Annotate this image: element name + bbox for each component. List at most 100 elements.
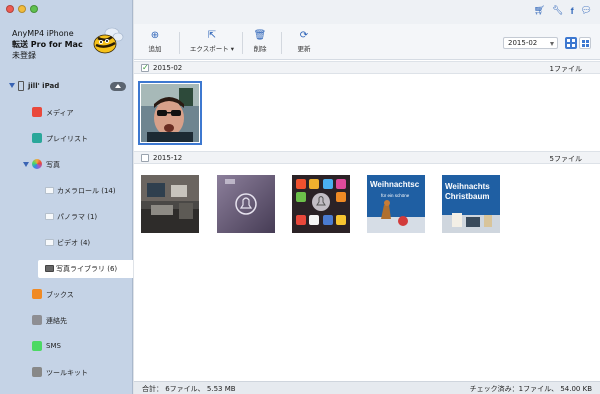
brand-line-1: AnyMP4 iPhone bbox=[12, 29, 74, 38]
refresh-label: 更新 bbox=[297, 45, 311, 53]
device-row[interactable]: jill' iPad bbox=[0, 80, 133, 94]
photo-thumbnail[interactable]: Weihnachtsc für ein schöne bbox=[367, 175, 425, 233]
trash-icon: 🗑︎ bbox=[253, 30, 267, 41]
photos-icon bbox=[32, 159, 42, 169]
section-checkbox[interactable] bbox=[141, 63, 149, 72]
large-grid-view-button[interactable] bbox=[579, 37, 591, 49]
toolbar-divider bbox=[281, 32, 282, 54]
svg-text:Weihnachts: Weihnachts bbox=[445, 182, 490, 191]
cart-icon[interactable]: 🛒︎ bbox=[534, 7, 545, 16]
folder-icon bbox=[45, 239, 54, 246]
device-name: jill' iPad bbox=[28, 82, 60, 90]
status-checked: チェック済み：1ファイル、 54.00 KB bbox=[469, 385, 592, 393]
christbaum-photo: Weihnachts Christbaum bbox=[442, 175, 500, 233]
sidebar-item-label: 写真 bbox=[46, 161, 60, 169]
title-bar: 🛒︎ 🔧︎ f 💬︎ bbox=[134, 0, 600, 24]
svg-text:Weihnachtsc: Weihnachtsc bbox=[370, 180, 420, 189]
add-icon: ⊕ bbox=[150, 30, 160, 41]
sms-icon bbox=[32, 341, 42, 351]
main-panel: 🛒︎ 🔧︎ f 💬︎ ⊕ 追加 ⇱ エクスポート ▾ 🗑︎ 削除 ⟳ 更新 20… bbox=[134, 0, 600, 394]
sidebar-item-playlist[interactable]: プレイリスト bbox=[0, 130, 133, 148]
sidebar: AnyMP4 iPhone 転送 Pro for Mac 未登録 jill' i… bbox=[0, 0, 133, 394]
sidebar-item-books[interactable]: ブックス bbox=[0, 286, 133, 304]
svg-text:für ein schöne: für ein schöne bbox=[381, 193, 410, 198]
svg-text:Christbaum: Christbaum bbox=[445, 192, 489, 201]
contacts-icon bbox=[32, 315, 42, 325]
sidebar-item-label: カメラロール (14) bbox=[57, 187, 116, 195]
expand-triangle-icon[interactable] bbox=[23, 162, 29, 167]
refresh-icon: ⟳ bbox=[299, 30, 309, 41]
photo-thumbnail[interactable]: Weihnachts Christbaum bbox=[442, 175, 500, 233]
photo-thumbnail[interactable] bbox=[138, 81, 202, 145]
toolbar-divider bbox=[179, 32, 180, 54]
sidebar-item-label: メディア bbox=[46, 109, 74, 117]
export-icon: ⇱ bbox=[207, 30, 217, 41]
sidebar-item-sms[interactable]: SMS bbox=[0, 338, 133, 356]
playlist-icon bbox=[32, 133, 42, 143]
folder-icon bbox=[45, 187, 54, 194]
homescreen-photo bbox=[292, 175, 350, 233]
selfie-photo bbox=[141, 84, 199, 142]
sidebar-item-camera-roll[interactable]: カメラロール (14) bbox=[0, 182, 133, 200]
facebook-icon[interactable]: f bbox=[571, 7, 574, 16]
desk-photo bbox=[141, 175, 199, 233]
status-bar: 合計： 6ファイル、 5.53 MB チェック済み：1ファイル、 54.00 K… bbox=[134, 381, 600, 394]
export-label: エクスポート ▾ bbox=[189, 45, 235, 53]
zoom-window-button[interactable] bbox=[30, 5, 38, 13]
photo-thumbnail[interactable] bbox=[292, 175, 350, 233]
toolkit-icon bbox=[32, 367, 42, 377]
bee-mascot-icon bbox=[93, 27, 124, 54]
delete-button[interactable]: 🗑︎ 削除 bbox=[250, 30, 270, 53]
photo-thumbnail[interactable] bbox=[141, 175, 199, 233]
refresh-button[interactable]: ⟳ 更新 bbox=[294, 30, 314, 53]
date-select[interactable]: 2015-02 bbox=[503, 37, 558, 49]
status-total: 合計： 6ファイル、 5.53 MB bbox=[142, 385, 236, 393]
wrench-icon[interactable]: 🔧︎ bbox=[552, 7, 563, 16]
weihnachts-photo: Weihnachtsc für ein schöne bbox=[367, 175, 425, 233]
photo-thumbnail[interactable] bbox=[217, 175, 275, 233]
eject-icon[interactable] bbox=[110, 82, 126, 91]
notification-screen-photo bbox=[217, 175, 275, 233]
sidebar-item-label: 連絡先 bbox=[46, 317, 67, 325]
section-date: 2015-02 bbox=[153, 64, 183, 72]
registration-status: 未登録 bbox=[12, 51, 36, 60]
sidebar-item-media[interactable]: メディア bbox=[0, 104, 133, 122]
delete-label: 削除 bbox=[253, 45, 267, 53]
sidebar-item-label: ブックス bbox=[46, 291, 74, 299]
sidebar-item-label: ツールキット bbox=[46, 369, 88, 377]
sidebar-item-photos[interactable]: 写真 bbox=[0, 156, 133, 174]
sidebar-item-contacts[interactable]: 連絡先 bbox=[0, 312, 133, 330]
section-header: 2015-02 1ファイル bbox=[134, 61, 600, 74]
expand-triangle-icon[interactable] bbox=[9, 83, 15, 88]
toolbar: ⊕ 追加 ⇱ エクスポート ▾ 🗑︎ 削除 ⟳ 更新 2015-02 bbox=[134, 24, 600, 60]
toolbar-divider bbox=[242, 32, 243, 54]
window-controls bbox=[6, 5, 38, 13]
sidebar-item-label: 写真ライブラリ (6) bbox=[56, 265, 118, 273]
close-window-button[interactable] bbox=[6, 5, 14, 13]
sidebar-item-video[interactable]: ビデオ (4) bbox=[0, 234, 133, 252]
add-button[interactable]: ⊕ 追加 bbox=[144, 30, 166, 53]
sidebar-item-photo-library[interactable]: 写真ライブラリ (6) bbox=[38, 260, 133, 278]
grid-view-button[interactable] bbox=[565, 37, 577, 49]
music-icon bbox=[32, 107, 42, 117]
brand-line-2: 転送 Pro for Mac bbox=[12, 40, 83, 49]
top-icons: 🛒︎ 🔧︎ f 💬︎ bbox=[534, 7, 592, 16]
sidebar-item-label: SMS bbox=[46, 342, 61, 350]
date-select-value: 2015-02 bbox=[508, 39, 538, 47]
minimize-window-button[interactable] bbox=[18, 5, 26, 13]
chat-icon[interactable]: 💬︎ bbox=[581, 7, 592, 16]
sidebar-item-label: プレイリスト bbox=[46, 135, 88, 143]
app-brand: AnyMP4 iPhone 転送 Pro for Mac 未登録 bbox=[12, 28, 83, 61]
sidebar-item-label: パノラマ (1) bbox=[57, 213, 98, 221]
export-button[interactable]: ⇱ エクスポート ▾ bbox=[187, 30, 237, 53]
folder-icon bbox=[45, 213, 54, 220]
chevron-down-icon bbox=[550, 42, 554, 46]
section-file-count: 5ファイル bbox=[549, 155, 582, 163]
books-icon bbox=[32, 289, 42, 299]
sidebar-item-panorama[interactable]: パノラマ (1) bbox=[0, 208, 133, 226]
section-file-count: 1ファイル bbox=[549, 65, 582, 73]
sidebar-item-label: ビデオ (4) bbox=[57, 239, 91, 247]
section-date: 2015-12 bbox=[153, 154, 183, 162]
sidebar-item-toolkit[interactable]: ツールキット bbox=[0, 364, 133, 382]
section-checkbox[interactable] bbox=[141, 154, 149, 162]
